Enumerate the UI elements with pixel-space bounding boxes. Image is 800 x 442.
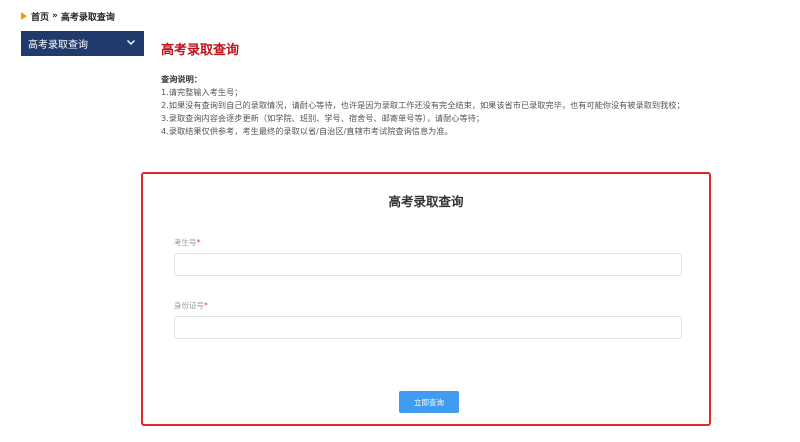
breadcrumb: 首页 » 高考录取查询 xyxy=(21,9,115,23)
triangle-right-icon xyxy=(21,12,27,20)
id-number-label-text: 身份证号 xyxy=(174,301,204,310)
instruction-line: 3.录取查询内容会逐步更新（如学院、班别、学号、宿舍号、邮寄单号等），请耐心等待… xyxy=(161,113,485,123)
exam-number-input[interactable] xyxy=(174,253,682,276)
required-mark: * xyxy=(204,301,208,310)
exam-number-label: 考生号* xyxy=(174,237,200,248)
instruction-line: 2.如果没有查询到自己的录取情况，请耐心等待，也许是因为录取工作还没有完全结束，… xyxy=(161,100,685,110)
breadcrumb-current: 高考录取查询 xyxy=(60,12,115,23)
form-title: 高考录取查询 xyxy=(388,194,464,209)
instruction-line: 4.录取结果仅供参考，考生最终的录取以省/自治区/直辖市考试院查询信息为准。 xyxy=(161,126,453,136)
exam-number-label-text: 考生号 xyxy=(174,238,197,247)
breadcrumb-separator: » xyxy=(52,11,58,21)
chevron-down-icon xyxy=(127,40,135,45)
breadcrumb-home-link[interactable]: 首页 xyxy=(31,10,49,23)
query-instructions: 查询说明： 1.请完整输入考生号； 2.如果没有查询到自己的录取情况，请耐心等待… xyxy=(161,73,701,138)
submit-query-button[interactable]: 立即查询 xyxy=(399,391,459,413)
instructions-heading: 查询说明： xyxy=(161,74,202,84)
id-number-input[interactable] xyxy=(174,316,682,339)
query-form: 高考录取查询 考生号* 身份证号* 立即查询 xyxy=(141,172,711,426)
required-mark: * xyxy=(196,238,201,247)
sidebar-item-label: 高考录取查询 xyxy=(28,40,88,51)
instruction-line: 1.请完整输入考生号； xyxy=(161,87,243,97)
page: 首页 » 高考录取查询 高考录取查询 高考录取查询 查询说明： 1.请完整输入考… xyxy=(0,0,800,442)
id-number-label: 身份证号* xyxy=(174,300,208,311)
page-title: 高考录取查询 xyxy=(161,43,240,58)
sidebar-item-admission-query[interactable]: 高考录取查询 xyxy=(21,31,144,56)
